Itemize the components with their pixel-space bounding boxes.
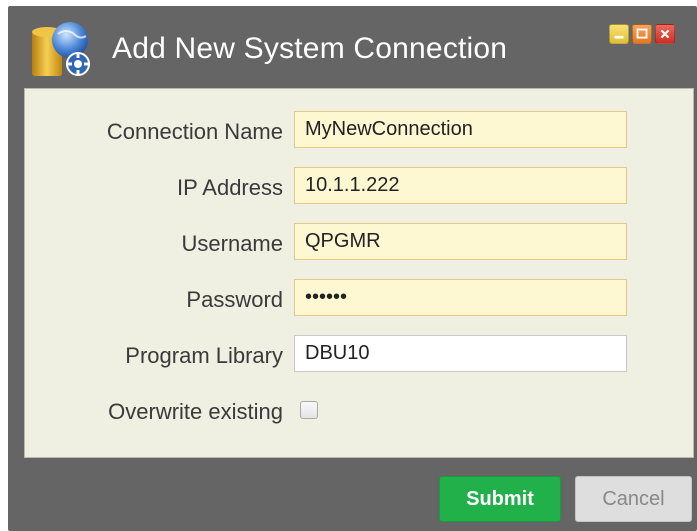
program-library-label: Program Library — [125, 343, 283, 368]
title-bar[interactable]: Add New System Connection — [8, 6, 697, 88]
close-button[interactable] — [655, 24, 675, 44]
overwrite-existing-label: Overwrite existing — [108, 399, 283, 424]
program-library-row: Program Library — [25, 335, 693, 375]
maximize-icon — [636, 28, 648, 39]
maximize-button[interactable] — [632, 24, 652, 44]
close-icon — [660, 29, 670, 39]
ip-address-row: IP Address — [25, 167, 693, 207]
database-settings-icon — [32, 22, 90, 76]
form-panel: Connection Name IP Address Username Pass… — [24, 88, 694, 458]
dialog-title: Add New System Connection — [112, 32, 508, 65]
ip-address-label: IP Address — [177, 175, 283, 200]
overwrite-existing-row: Overwrite existing — [25, 391, 693, 431]
minimize-button[interactable] — [609, 24, 629, 44]
connection-name-row: Connection Name — [25, 111, 693, 151]
cancel-button[interactable]: Cancel — [575, 476, 692, 522]
username-field[interactable] — [294, 223, 627, 260]
dialog-window: Add New System Connection Connection Nam… — [8, 6, 697, 531]
program-library-field[interactable] — [294, 335, 627, 372]
password-label: Password — [186, 287, 283, 312]
ip-address-field[interactable] — [294, 167, 627, 204]
connection-name-label: Connection Name — [106, 119, 283, 144]
username-row: Username — [25, 223, 693, 263]
submit-button[interactable]: Submit — [439, 476, 561, 522]
overwrite-existing-checkbox[interactable] — [300, 401, 318, 419]
password-row: Password — [25, 279, 693, 319]
password-field[interactable] — [294, 279, 627, 316]
connection-name-field[interactable] — [294, 111, 627, 148]
username-label: Username — [181, 231, 283, 256]
minimize-icon — [614, 35, 624, 39]
